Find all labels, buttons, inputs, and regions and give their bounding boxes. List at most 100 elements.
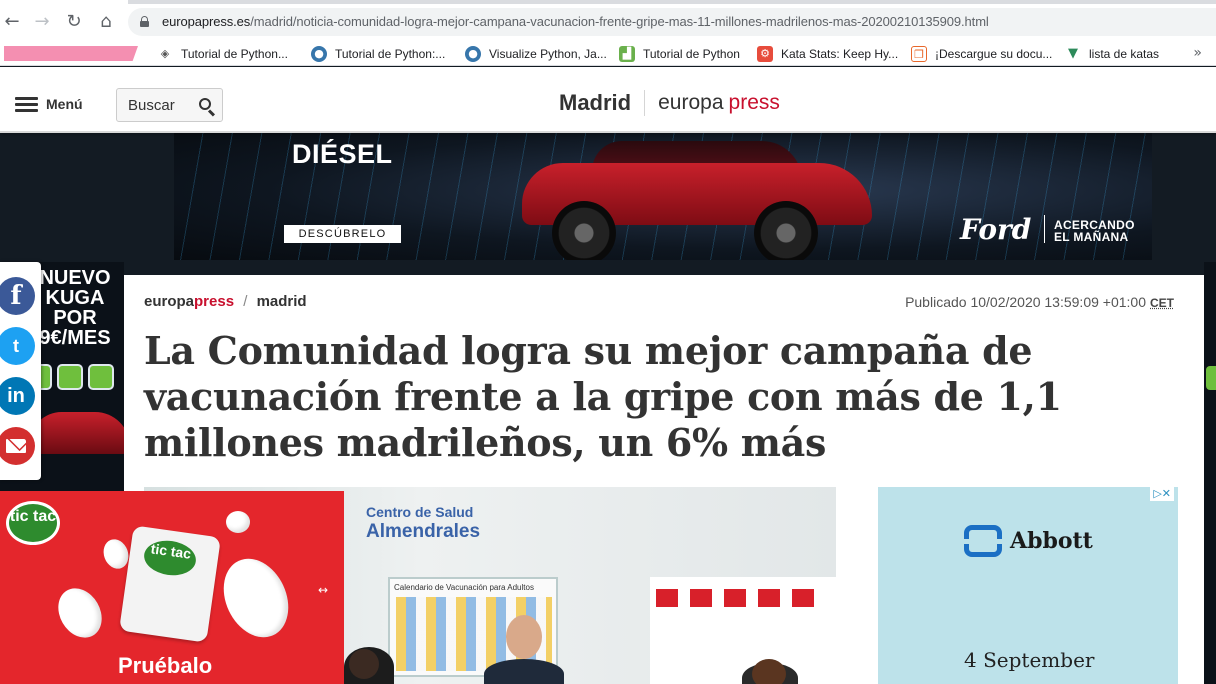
breadcrumb-section[interactable]: madrid (257, 293, 307, 310)
linkedin-share-button[interactable]: in (0, 377, 35, 415)
ford-logo: Ford (960, 213, 1032, 246)
timezone-abbr: CET (1150, 296, 1174, 310)
bookmark-label: Tutorial de Python:... (335, 47, 446, 61)
candy-pill (49, 580, 111, 646)
facebook-icon: f (10, 281, 22, 311)
bookmark-folder[interactable] (4, 46, 138, 61)
back-button[interactable]: ← (1, 11, 23, 33)
health-center-sign: Centro de Salud Almendrales (366, 502, 480, 542)
site-header: Menú Buscar Madrid europa press (0, 67, 1216, 133)
bookmark-item[interactable]: ▼ lista de katas (1065, 45, 1159, 63)
bookmark-label: ¡Descargue su docu... (935, 47, 1053, 61)
breadcrumb-separator: / (243, 293, 248, 310)
brand-divider (644, 90, 646, 116)
car-image (522, 141, 878, 260)
bookmark-item[interactable]: ◈ Tutorial de Python... (157, 45, 288, 63)
hamburger-icon (15, 96, 38, 112)
bookmark-item[interactable]: ▟ Tutorial de Python (619, 45, 740, 63)
bookmark-item[interactable]: ● Tutorial de Python:... (311, 45, 445, 63)
ford-tagline: ACERCANDO EL MAÑANA (1054, 219, 1135, 243)
search-input[interactable]: Buscar (116, 88, 223, 122)
breadcrumb: europapress / madrid (144, 293, 307, 310)
person-head (752, 659, 786, 684)
more-bookmarks-button[interactable]: » (1193, 45, 1202, 61)
skin-car-image (30, 412, 124, 454)
breadcrumb-brand-press: press (194, 293, 235, 310)
chart-icon: ▟ (619, 46, 635, 62)
tab-strip (128, 0, 1216, 4)
section-title[interactable]: Madrid (559, 90, 631, 116)
site-brand[interactable]: Madrid europa press (559, 89, 780, 117)
search-icon[interactable] (199, 98, 217, 117)
person-head (506, 615, 542, 659)
email-share-button[interactable] (0, 427, 35, 465)
top-banner-ad[interactable]: DIÉSEL DESCÚBRELO Ford ACERCANDO EL MAÑA… (174, 133, 1152, 260)
abbott-name: Abbott (1010, 528, 1093, 554)
article-headline: La Comunidad logra su mejor campaña de v… (144, 328, 1062, 465)
adchoices-icon[interactable]: ▷✕ (1150, 487, 1174, 501)
bookmark-label: Kata Stats: Keep Hy... (781, 47, 899, 61)
vue-icon: ▼ (1068, 46, 1078, 61)
bookmark-item[interactable]: ❐ ¡Descargue su docu... (911, 45, 1052, 63)
abbott-logo: Abbott (964, 525, 1093, 557)
twitter-icon: t (13, 335, 19, 356)
bookmarks-bar: ◈ Tutorial de Python... ● Tutorial de Py… (0, 42, 1216, 66)
search-placeholder: Buscar (128, 97, 175, 114)
bookmark-item[interactable]: ● Visualize Python, Ja... (465, 45, 607, 63)
kata-icon: ⚙ (757, 46, 773, 62)
menu-button[interactable]: Menú (15, 94, 83, 114)
region-flags (656, 589, 832, 609)
url-text[interactable]: europapress.es/madrid/noticia-comunidad-… (162, 14, 989, 29)
candy-pill (211, 548, 301, 648)
tictac-logo: tic tac (6, 501, 60, 545)
forward-button[interactable]: → (31, 11, 53, 33)
logo-part-press: press (728, 91, 780, 114)
menu-label: Menú (46, 96, 83, 112)
site-logo[interactable]: europa press (658, 91, 780, 115)
floating-ad[interactable]: tic tac tic tac Pruébalo ↔ (0, 491, 344, 684)
twitter-share-button[interactable]: t (0, 327, 35, 365)
float-ad-cta[interactable]: Pruébalo (118, 653, 212, 679)
address-bar[interactable]: europapress.es/madrid/noticia-comunidad-… (128, 8, 1216, 36)
person (484, 659, 564, 684)
browser-window: ← → ↻ ⌂ europapress.es/madrid/noticia-co… (0, 0, 1216, 684)
bookmark-label: lista de katas (1089, 47, 1160, 61)
skin-ad-right[interactable] (1204, 262, 1216, 684)
bookmark-label: Visualize Python, Ja... (489, 47, 607, 61)
candy-pill (226, 511, 250, 533)
published-text: Publicado 10/02/2020 13:59:09 +01:00 (905, 294, 1146, 310)
url-path: /madrid/noticia-comunidad-logra-mejor-ca… (250, 14, 989, 29)
share-rail: f t in (0, 262, 41, 480)
ad-date: 4 September (964, 648, 1095, 672)
sign-line: Centro de Salud (366, 504, 474, 520)
bookmark-label: Tutorial de Python... (181, 47, 288, 61)
ford-divider (1044, 215, 1045, 243)
logo-part-europa: europa (658, 91, 724, 114)
breadcrumb-brand[interactable]: europapress (144, 293, 234, 310)
bookmark-item[interactable]: ⚙ Kata Stats: Keep Hy... (757, 45, 898, 63)
breadcrumb-brand-europa: europa (144, 293, 195, 310)
reload-button[interactable]: ↻ (63, 11, 85, 33)
python-icon: ● (311, 46, 327, 62)
banner-cta-button[interactable]: DESCÚBRELO (284, 225, 401, 243)
lock-icon[interactable] (140, 16, 149, 27)
mail-icon (6, 439, 26, 453)
calendar-title: Calendario de Vacunación para Adultos (394, 583, 534, 592)
published-date: Publicado 10/02/2020 13:59:09 +01:00 CET (905, 294, 1174, 310)
abbott-mark-icon (964, 525, 1002, 557)
sign-line: Almendrales (366, 521, 481, 542)
doc-icon: ❐ (911, 46, 927, 62)
skin-badge (1206, 366, 1216, 390)
url-host: europapress.es (162, 14, 251, 29)
banner-headline: DIÉSEL (292, 139, 393, 169)
sidebar-ad[interactable]: ▷✕ Abbott 4 September (878, 487, 1178, 684)
linkedin-icon: in (7, 384, 25, 407)
diamond-icon: ◈ (160, 47, 170, 60)
python-icon: ● (465, 46, 481, 62)
expand-arrows-icon[interactable]: ↔ (318, 583, 328, 597)
person-head (349, 649, 379, 679)
home-button[interactable]: ⌂ (95, 11, 117, 33)
facebook-share-button[interactable]: f (0, 277, 35, 315)
bookmark-label: Tutorial de Python (643, 47, 740, 61)
tagline-line: EL MAÑANA (1054, 230, 1129, 244)
